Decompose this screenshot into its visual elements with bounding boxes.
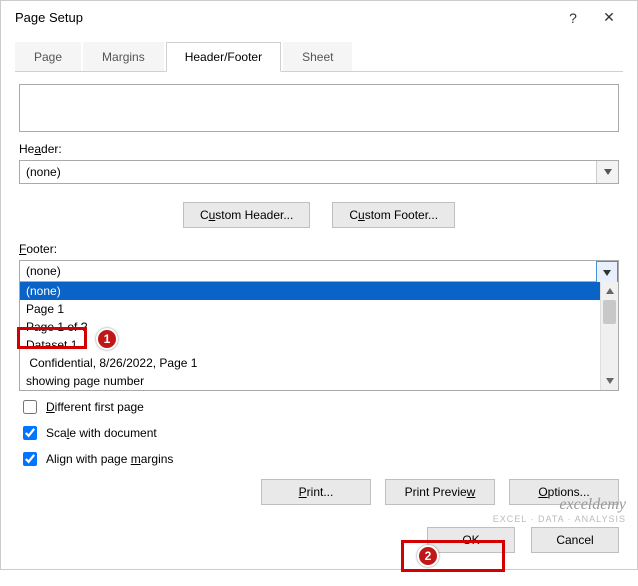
footer-combo[interactable]: (none) xyxy=(19,260,619,282)
align-with-margins-checkbox[interactable] xyxy=(23,452,37,466)
different-first-page-row: Different first page xyxy=(19,397,619,417)
dialog-title: Page Setup xyxy=(15,10,555,25)
header-combo[interactable]: (none) xyxy=(19,160,619,184)
list-item[interactable]: Confidential, 8/26/2022, Page 1 xyxy=(20,354,618,372)
ok-button[interactable]: OK xyxy=(427,527,515,553)
footer-label: Footer: xyxy=(19,242,619,256)
footer-value: (none) xyxy=(20,261,618,281)
different-first-page-checkbox[interactable] xyxy=(23,400,37,414)
cancel-button[interactable]: Cancel xyxy=(531,527,619,553)
chevron-up-icon xyxy=(606,288,614,294)
close-button[interactable]: ✕ xyxy=(591,9,627,26)
align-with-margins-row: Align with page margins xyxy=(19,449,619,469)
dialog-footer: OK Cancel xyxy=(1,517,637,569)
scroll-down-button[interactable] xyxy=(601,372,618,390)
tab-page[interactable]: Page xyxy=(15,42,81,71)
chevron-down-icon xyxy=(603,270,611,276)
tab-header-footer[interactable]: Header/Footer xyxy=(166,42,281,72)
align-with-margins-label: Align with page margins xyxy=(46,452,173,466)
tab-margins[interactable]: Margins xyxy=(83,42,164,71)
chevron-down-icon xyxy=(604,169,612,175)
scroll-up-button[interactable] xyxy=(601,282,618,300)
different-first-page-label: Different first page xyxy=(46,400,144,414)
print-buttons-row: Print... Print Preview Options... xyxy=(19,479,619,505)
header-value: (none) xyxy=(20,165,596,179)
tab-sheet[interactable]: Sheet xyxy=(283,42,352,71)
list-item[interactable]: Page 1 of ? xyxy=(20,318,618,336)
custom-header-button[interactable]: Custom Header... xyxy=(183,202,310,228)
tab-strip: Page Margins Header/Footer Sheet xyxy=(15,42,623,72)
print-button[interactable]: Print... xyxy=(261,479,371,505)
custom-buttons-row: Custom Header... Custom Footer... xyxy=(19,202,619,228)
custom-footer-button[interactable]: Custom Footer... xyxy=(332,202,455,228)
list-item[interactable]: showing page number xyxy=(20,372,618,390)
header-preview xyxy=(19,84,619,132)
footer-options-list: (none) Page 1 Page 1 of ? Dataset 1 Conf… xyxy=(19,282,619,391)
options-button[interactable]: Options... xyxy=(509,479,619,505)
title-bar: Page Setup ? ✕ xyxy=(1,1,637,34)
scale-with-document-label: Scale with document xyxy=(46,426,157,440)
scroll-thumb[interactable] xyxy=(603,300,616,324)
scale-with-document-checkbox[interactable] xyxy=(23,426,37,440)
scale-with-document-row: Scale with document xyxy=(19,423,619,443)
list-item[interactable]: Dataset 1 xyxy=(20,336,618,354)
chevron-down-icon xyxy=(606,378,614,384)
header-label: Header: xyxy=(19,142,619,156)
print-preview-button[interactable]: Print Preview xyxy=(385,479,495,505)
header-combo-arrow[interactable] xyxy=(596,161,618,183)
list-item[interactable]: Page 1 xyxy=(20,300,618,318)
tab-content: Header: (none) Custom Header... Custom F… xyxy=(1,72,637,517)
footer-list-scrollbar[interactable] xyxy=(600,282,618,390)
help-button[interactable]: ? xyxy=(555,10,591,26)
list-item[interactable]: (none) xyxy=(20,282,618,300)
page-setup-dialog: Page Setup ? ✕ Page Margins Header/Foote… xyxy=(0,0,638,570)
